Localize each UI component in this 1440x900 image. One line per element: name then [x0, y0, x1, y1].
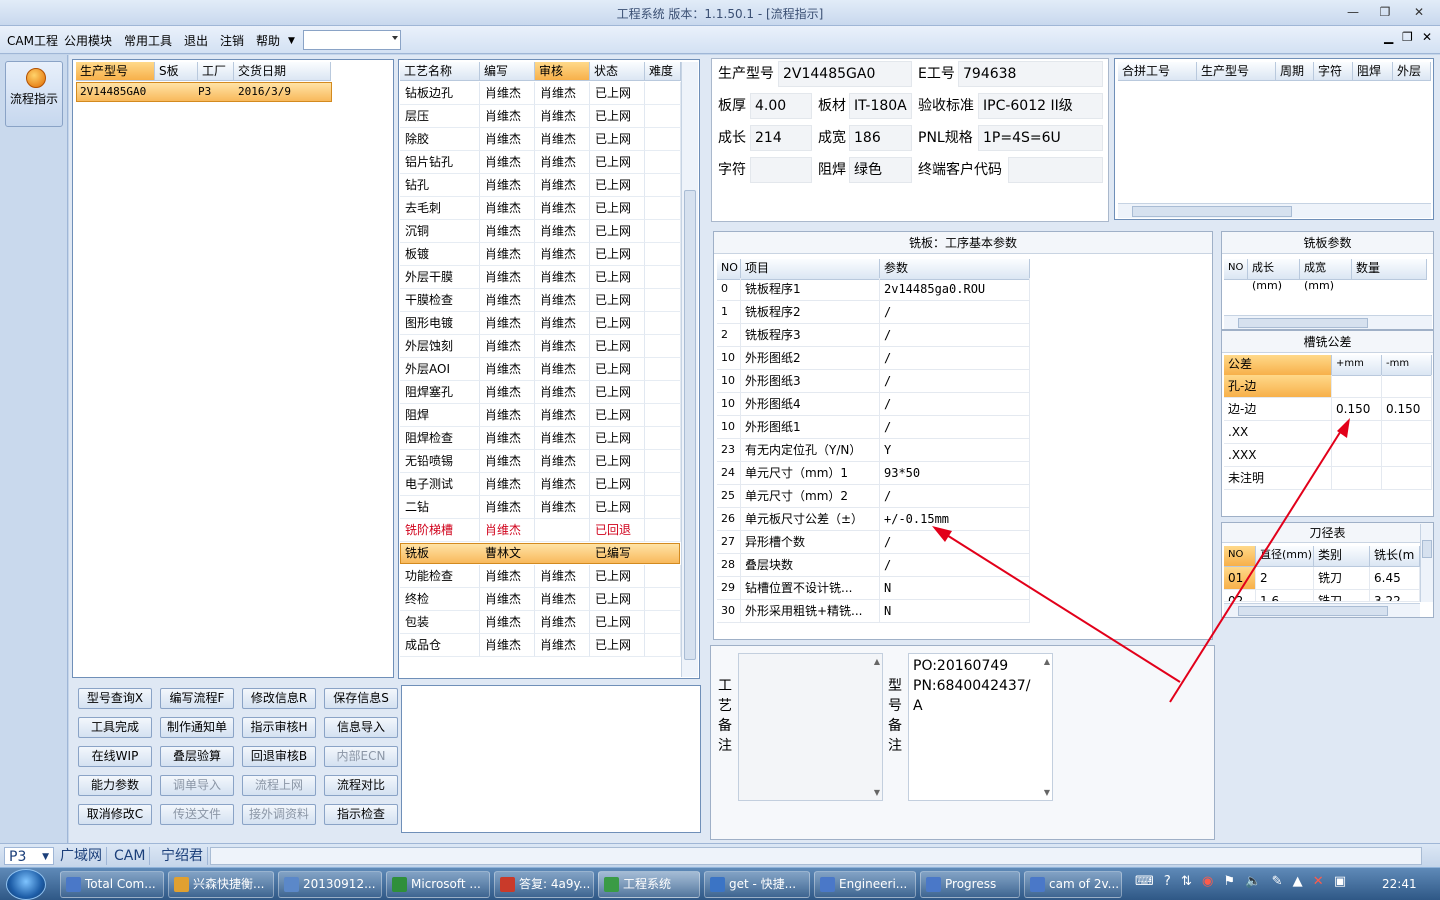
start-button[interactable]	[6, 869, 46, 900]
taskbar-item-label: get - 快捷...	[729, 877, 797, 891]
network-icon[interactable]: ⇅	[1181, 874, 1192, 889]
flag-icon[interactable]: ⚑	[1223, 874, 1235, 889]
taskbar-item-label: 答复: 4a9y...	[519, 877, 591, 891]
chevron-down-icon: ▼	[42, 852, 49, 862]
app-icon	[926, 877, 941, 892]
help-icon[interactable]: ?	[1164, 874, 1171, 889]
display-icon[interactable]: ▣	[1334, 874, 1346, 889]
taskbar-item-label: Microsoft ...	[411, 877, 481, 891]
app-tray-icon[interactable]: ◉	[1202, 874, 1213, 889]
app-icon	[174, 877, 189, 892]
taskbar-item-label: Engineeri...	[839, 877, 908, 891]
taskbar-item[interactable]: 答复: 4a9y...	[494, 871, 594, 898]
taskbar-item[interactable]: 工程系统	[598, 871, 700, 898]
factory-value: P3	[9, 849, 27, 865]
status-tab-cam[interactable]: CAM	[110, 847, 151, 865]
taskbar-item-label: Progress	[945, 877, 997, 891]
taskbar-item-label: cam of 2v...	[1049, 877, 1120, 891]
app-icon	[1030, 877, 1045, 892]
annotation-arrowhead-1	[932, 526, 952, 542]
clock[interactable]: 22:41	[1382, 877, 1417, 891]
taskbar: Total Com... 兴森快捷衡... 20130912... Microsoft…	[0, 867, 1440, 900]
app-icon	[820, 877, 835, 892]
taskbar-item[interactable]: 兴森快捷衡...	[168, 871, 274, 898]
taskbar-item[interactable]: Total Com...	[60, 871, 164, 898]
annotation-arrow-line-2	[1169, 425, 1345, 703]
taskbar-item[interactable]: Progress	[920, 871, 1020, 898]
factory-select[interactable]: P3 ▼	[4, 847, 54, 865]
taskbar-item[interactable]: Engineeri...	[814, 871, 916, 898]
pen-icon[interactable]: ✎	[1272, 874, 1283, 889]
app-icon	[500, 877, 515, 892]
taskbar-item[interactable]: cam of 2v...	[1024, 871, 1122, 898]
status-tab-user[interactable]: 宁绍君	[157, 847, 208, 865]
status-bar: P3 ▼ 广域网 CAM 宁绍君	[0, 843, 1440, 867]
keyboard-icon[interactable]: ⌨	[1135, 874, 1154, 889]
status-message-area	[210, 847, 1422, 865]
chart-tray-icon[interactable]: ▲	[1293, 874, 1303, 889]
app-icon	[66, 877, 81, 892]
annotation-arrow-line-1	[941, 531, 1181, 683]
app-icon	[604, 877, 619, 892]
annotation-arrows	[932, 418, 1350, 703]
status-tab-wan[interactable]: 广域网	[56, 847, 107, 865]
volume-icon[interactable]: 🔈	[1245, 874, 1261, 889]
taskbar-item[interactable]: Microsoft ...	[386, 871, 490, 898]
taskbar-item-label: Total Com...	[85, 877, 156, 891]
app-icon	[710, 877, 725, 892]
app-icon	[284, 877, 299, 892]
app-icon	[392, 877, 407, 892]
tray-icons: ⌨ ? ⇅ ◉ ⚑ 🔈 ✎ ▲ ✕ ▣	[1135, 874, 1365, 894]
cross-icon[interactable]: ✕	[1313, 874, 1324, 889]
taskbar-item[interactable]: 20130912...	[278, 871, 382, 898]
taskbar-item-label: 20130912...	[303, 877, 376, 891]
taskbar-item-label: 工程系统	[623, 877, 672, 891]
taskbar-item[interactable]: get - 快捷...	[704, 871, 810, 898]
taskbar-item-label: 兴森快捷衡...	[193, 877, 265, 891]
